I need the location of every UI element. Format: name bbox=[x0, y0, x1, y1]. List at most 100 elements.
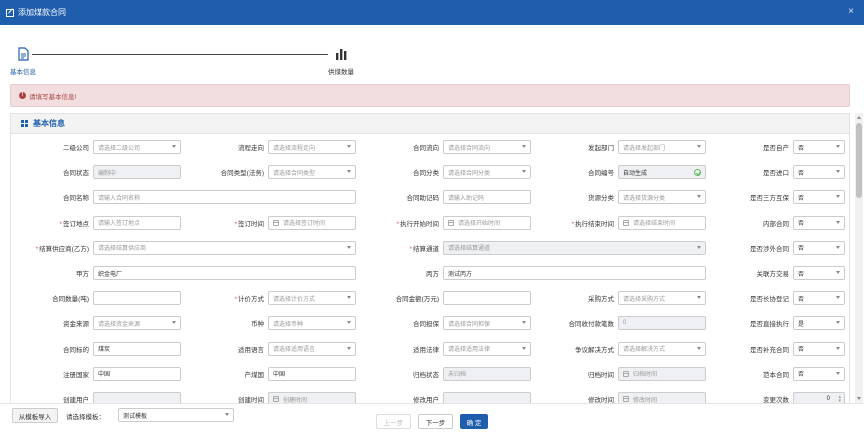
import-template-button[interactable]: 从模板导入 bbox=[12, 408, 58, 423]
document-icon bbox=[18, 47, 29, 61]
select-field[interactable]: 否 bbox=[793, 240, 845, 255]
select-field[interactable]: 否 bbox=[793, 215, 845, 230]
field-label: 产煤国 bbox=[244, 371, 265, 379]
field-label: 争议解决方式 bbox=[575, 346, 614, 354]
select-field[interactable]: 请选择流程走向 bbox=[268, 140, 356, 154]
form-field: *执行结束时间 请选择结束时间 bbox=[571, 215, 706, 230]
input-field[interactable]: 请输入助记码 bbox=[443, 190, 531, 205]
input-field[interactable] bbox=[93, 291, 181, 306]
date-field: 修改时间 bbox=[618, 392, 706, 403]
scroll-up-icon[interactable] bbox=[857, 116, 861, 119]
field-label: 修改用户 bbox=[413, 397, 439, 403]
select-field[interactable]: 否 bbox=[793, 140, 845, 154]
required-marker: * bbox=[409, 245, 412, 253]
input-field[interactable]: 请输入合同名称 bbox=[93, 190, 356, 205]
input-field[interactable]: 中国 bbox=[93, 366, 181, 381]
close-icon[interactable]: × bbox=[848, 6, 854, 17]
chevron-down-icon bbox=[836, 170, 840, 174]
window-titlebar: 添加煤款合同 × bbox=[0, 0, 864, 25]
step-basic-info[interactable]: 基本信息 bbox=[10, 47, 36, 76]
select-field[interactable]: 请选择资金来源 bbox=[93, 316, 181, 331]
date-field[interactable]: 请选择结束时间 bbox=[618, 215, 706, 230]
field-label: 合同类型(法务) bbox=[220, 170, 264, 178]
field-label: 是否三方互保 bbox=[750, 195, 789, 203]
spinner-arrows-icon[interactable]: ▴ ▾ bbox=[838, 395, 841, 404]
input-field[interactable]: 测试丙方 bbox=[443, 266, 706, 280]
select-field[interactable]: 请选择发起部门 bbox=[618, 140, 706, 154]
form-field: 合同状态 编制中 bbox=[63, 165, 181, 180]
form-field: 合同编号 自动生成 bbox=[588, 165, 706, 180]
form-field: 适用语言 请选择适用语言 bbox=[238, 341, 356, 356]
input-field[interactable]: 请输入签订地点 bbox=[93, 215, 181, 230]
select-field[interactable]: 请选择合同担保 bbox=[443, 316, 531, 331]
chevron-down-icon bbox=[522, 321, 526, 325]
form-field: 丙方 测试丙方 bbox=[426, 266, 706, 280]
scroll-down-icon[interactable] bbox=[857, 397, 861, 400]
field-label: 范本合同 bbox=[763, 371, 789, 379]
form-field: 注册国家 中国 bbox=[63, 366, 181, 381]
form-field: 合同收付款笔数 0 bbox=[569, 316, 706, 331]
select-field[interactable]: 是 bbox=[793, 316, 845, 331]
select-field[interactable]: 请选择适用语言 bbox=[268, 341, 356, 356]
input-field: 0 bbox=[618, 316, 706, 331]
field-label: 是否涉外合同 bbox=[750, 245, 789, 253]
chevron-down-icon bbox=[697, 346, 701, 350]
select-field[interactable]: 否 bbox=[793, 266, 845, 280]
field-label: 归档状态 bbox=[413, 371, 439, 379]
select-field[interactable]: 请选择采购方式 bbox=[618, 291, 706, 306]
bar-chart-icon bbox=[336, 49, 347, 60]
select-field[interactable]: 否 bbox=[793, 190, 845, 205]
chevron-down-icon bbox=[347, 296, 351, 300]
select-field[interactable]: 请选择解决方式 bbox=[618, 341, 706, 356]
select-field[interactable]: 请选择币种 bbox=[268, 316, 356, 331]
form-row: 注册国家 中国 产煤国 中国 归档状态 未归档 归档时间 归档时间 范本合同否 bbox=[11, 366, 849, 381]
step-coal-quantity[interactable]: 供煤数量 bbox=[328, 47, 354, 76]
chevron-down-icon bbox=[347, 145, 351, 148]
select-field[interactable]: 否 bbox=[793, 291, 845, 306]
field-label: *执行结束时间 bbox=[571, 220, 614, 228]
select-field[interactable]: 否 bbox=[793, 165, 845, 180]
date-field[interactable]: 请选择签订时间 bbox=[268, 215, 356, 230]
confirm-button[interactable]: 确 定 bbox=[460, 414, 488, 429]
form-field: 范本合同否 bbox=[763, 366, 845, 381]
input-field[interactable]: 中国 bbox=[268, 366, 356, 381]
form-field: *执行开始时间 请选择开始时间 bbox=[396, 215, 531, 230]
required-marker: * bbox=[35, 245, 39, 253]
select-field[interactable]: 请选择货源分类 bbox=[618, 190, 706, 205]
input-field[interactable] bbox=[443, 291, 531, 306]
scroll-thumb[interactable] bbox=[856, 123, 862, 198]
select-field[interactable]: 否 bbox=[793, 341, 845, 356]
form-field: 创建时间 创建时间 bbox=[238, 392, 356, 403]
field-label: 货源分类 bbox=[588, 195, 614, 203]
select-field[interactable]: 请选择合同分类 bbox=[443, 165, 531, 180]
input-field[interactable]: 煤炭 bbox=[93, 341, 181, 356]
input-field: 自动生成 bbox=[618, 165, 706, 180]
form-field: *签订地点 请输入签订地点 bbox=[59, 215, 181, 230]
chevron-down-icon bbox=[697, 245, 701, 249]
field-label: 归档时间 bbox=[588, 371, 614, 379]
input-field[interactable]: 织金电厂 bbox=[93, 266, 356, 280]
select-field[interactable]: 否 bbox=[793, 366, 845, 381]
form-field: 归档时间 归档时间 bbox=[588, 366, 706, 381]
select-field[interactable]: 请选择二级公司 bbox=[93, 140, 181, 154]
form-field: 是否涉外合同否 bbox=[750, 240, 845, 255]
form-field: 归档状态 未归档 bbox=[413, 366, 531, 381]
scrollbar[interactable] bbox=[855, 113, 863, 403]
select-field[interactable]: 请选择合同流向 bbox=[443, 140, 531, 154]
exclamation-icon: ! bbox=[19, 92, 26, 99]
date-field[interactable]: 请选择开始时间 bbox=[443, 215, 531, 230]
field-label: 合同数量(吨) bbox=[52, 296, 89, 304]
next-step-button[interactable]: 下一步 bbox=[418, 414, 453, 429]
chevron-down-icon bbox=[697, 296, 701, 300]
prev-step-button[interactable]: 上一步 bbox=[376, 414, 411, 429]
basic-info-panel: 基本信息 二级公司 请选择二级公司 流程走向 请选择流程走向 合同流向 请选择合同流向 发起… bbox=[10, 113, 850, 403]
select-field[interactable]: 请选择适用法律 bbox=[443, 341, 531, 356]
select-field[interactable]: 请选择合同类型 bbox=[268, 165, 356, 180]
form-field: 关联方交易否 bbox=[757, 266, 845, 280]
chevron-down-icon bbox=[836, 245, 840, 249]
input-field[interactable]: 0 ▴ ▾ bbox=[793, 392, 845, 403]
select-field[interactable]: 请选择计价方式 bbox=[268, 291, 356, 306]
template-select[interactable]: 测试模板 bbox=[118, 408, 234, 422]
select-field[interactable]: 请选择结算供应商 bbox=[93, 240, 356, 255]
validation-alert: ! 请填写基本信息! bbox=[10, 84, 850, 107]
